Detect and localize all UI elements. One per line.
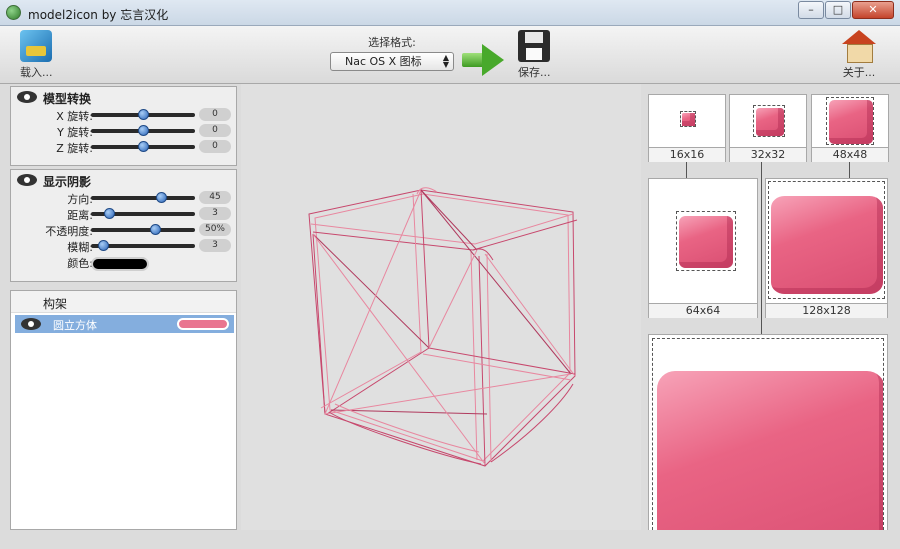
x-rotation-label: X 旋转: [56,110,93,123]
preview-16-label: 16x16 [649,147,725,162]
shadow-title: 显示阴影 [43,175,92,189]
rig-item-color-swatch[interactable] [177,318,229,330]
opacity-value[interactable]: 50% [199,223,231,236]
house-icon [842,30,876,63]
blur-row: 模糊: 3 [11,238,236,254]
preview-64-label: 64x64 [649,303,757,318]
maximize-button[interactable]: □ [825,1,851,19]
bottom-bar [0,530,900,549]
preview-48-label: 48x48 [812,147,888,162]
x-rotation-row: X 旋转: 0 [11,107,236,123]
format-value: Nac OS X 图标 [345,55,422,68]
y-rotation-label: Y 旋转: [57,126,93,139]
preview-32[interactable]: 32x32 [729,94,807,162]
model-transform-header: 模型转换 [11,87,236,107]
direction-value[interactable]: 45 [199,191,231,204]
direction-slider[interactable] [91,192,195,203]
distance-value[interactable]: 3 [199,207,231,220]
load-label: 载入... [20,66,53,79]
opacity-slider[interactable] [91,224,195,235]
eye-icon[interactable] [17,174,37,186]
window-controls: – □ ✕ [797,1,894,19]
distance-label: 距离: [67,209,93,222]
eye-icon[interactable] [17,91,37,103]
blur-value[interactable]: 3 [199,239,231,252]
shadow-color-label: 颜色: [67,257,93,270]
floppy-disk-icon [518,30,551,62]
opacity-row: 不透明度: 50% [11,222,236,238]
rig-item-name: 圆立方体 [53,319,97,332]
y-rotation-value[interactable]: 0 [199,124,231,137]
x-rotation-value[interactable]: 0 [199,108,231,121]
rig-item[interactable]: 圆立方体 [15,315,234,333]
blur-label: 模糊: [67,241,93,254]
connector-line [686,162,687,178]
eye-icon[interactable] [21,318,41,330]
connector-line [761,162,762,330]
distance-slider[interactable] [91,208,195,219]
about-label: 关于... [842,66,876,79]
arrow-right-icon [462,44,504,76]
preview-large[interactable] [648,334,888,530]
y-rotation-slider[interactable] [91,125,195,136]
close-button[interactable]: ✕ [852,1,894,19]
window-title: model2icon by 忘言汉化 [28,8,169,22]
slider-thumb[interactable] [98,240,110,251]
model-transform-panel: 模型转换 X 旋转: 0 Y 旋转: 0 Z 旋转: 0 [10,86,237,166]
model-transform-title: 模型转换 [43,92,92,106]
y-rotation-row: Y 旋转: 0 [11,123,236,139]
z-rotation-row: Z 旋转: 0 [11,139,236,155]
shadow-color-swatch[interactable] [91,257,149,271]
rig-header: 构架 [11,291,236,313]
direction-row: 方向: 45 [11,190,236,206]
format-dropdown[interactable]: Nac OS X 图标 ▲ ▼ [330,52,454,71]
preview-64[interactable]: 64x64 [648,178,758,318]
load-button[interactable]: 载入... [20,30,53,80]
preview-128[interactable]: 128x128 [765,178,888,318]
about-button[interactable]: 关于... [842,30,876,80]
title-bar: model2icon by 忘言汉化 – □ ✕ [0,0,900,26]
z-rotation-label: Z 旋转: [56,142,93,155]
rig-title: 构架 [43,297,68,311]
x-rotation-slider[interactable] [91,109,195,120]
save-label: 保存... [518,66,551,79]
slider-thumb[interactable] [138,109,149,120]
slider-thumb[interactable] [138,125,149,136]
open-file-icon [20,30,53,62]
preview-48[interactable]: 48x48 [811,94,889,162]
3d-viewport[interactable] [241,84,641,530]
connector-line [849,162,850,178]
preview-32-label: 32x32 [730,147,806,162]
shadow-panel: 显示阴影 方向: 45 距离: 3 不透明度: 50% 模糊: 3 颜色: [10,169,237,282]
preview-16[interactable]: 16x16 [648,94,726,162]
preview-area: 16x16 32x32 48x48 64x64 128x128 [641,84,900,530]
minimize-button[interactable]: – [798,1,824,19]
z-rotation-value[interactable]: 0 [199,140,231,153]
direction-label: 方向: [67,193,93,206]
slider-thumb[interactable] [103,208,115,219]
opacity-label: 不透明度: [45,225,93,238]
wireframe-cube [308,187,578,467]
blur-slider[interactable] [91,240,195,251]
shadow-header: 显示阴影 [11,170,236,190]
format-selector: 选择格式: Nac OS X 图标 ▲ ▼ [330,34,454,71]
preview-128-label: 128x128 [766,303,887,318]
toolbar: 载入... 选择格式: Nac OS X 图标 ▲ ▼ 保存... 关于... [0,26,900,84]
distance-row: 距离: 3 [11,206,236,222]
app-icon [6,5,21,20]
z-rotation-slider[interactable] [91,141,195,152]
format-label: 选择格式: [368,36,416,49]
slider-thumb[interactable] [138,141,149,152]
slider-thumb[interactable] [155,192,167,203]
shadow-color-row: 颜色: [11,254,236,274]
save-button[interactable]: 保存... [518,30,551,80]
rig-panel: 构架 圆立方体 [10,290,237,530]
dropdown-arrows-icon: ▲ ▼ [442,53,449,69]
slider-thumb[interactable] [150,224,162,235]
